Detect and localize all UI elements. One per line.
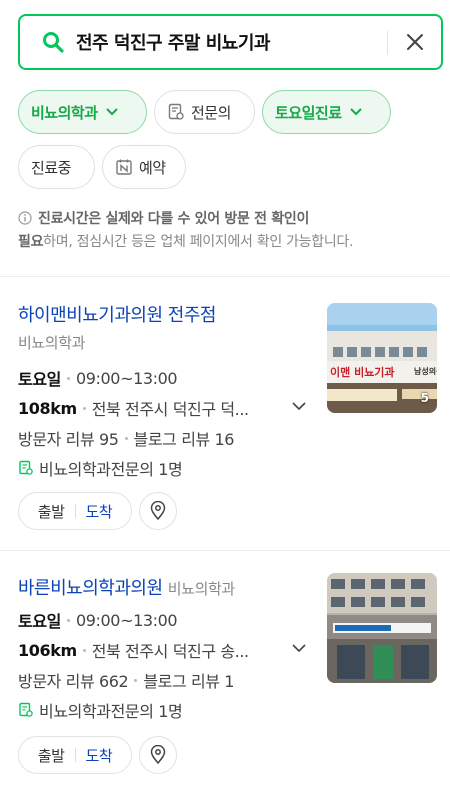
arrive-label[interactable]: 도착 <box>86 501 113 522</box>
place-category-row: 비뇨의학과 <box>18 332 85 353</box>
close-icon[interactable] <box>403 30 427 54</box>
open-hours: 09:00~13:00 <box>75 610 178 630</box>
search-input[interactable]: 전주 덕진구 주말 비뇨기과 <box>76 29 270 55</box>
notice-bold-1: 진료시간은 실제와 다를 수 있어 방문 전 확인이 <box>38 211 310 227</box>
specialist-count: 비뇨의학과전문의 1명 <box>39 702 183 721</box>
chevron-down-icon <box>349 108 362 116</box>
hours-row: 토요일 09:00~13:00 <box>18 608 178 632</box>
chevron-down-icon[interactable] <box>291 643 307 653</box>
naver-calendar-icon <box>116 159 132 175</box>
visitor-reviews: 방문자 리뷰 662 <box>18 672 129 691</box>
filter-chip-label: 진료중 <box>31 158 71 177</box>
separator-dot <box>66 376 70 380</box>
place-photo[interactable]: 이맨 비뇨기과 남성의원 5 <box>327 303 437 413</box>
arrive-label[interactable]: 도착 <box>86 745 113 766</box>
certificate-icon <box>168 103 184 120</box>
button-divider <box>74 748 76 762</box>
notice-text: 하며, 점심시간 등은 업체 페이지에서 확인 가능합니다. <box>43 234 354 250</box>
depart-label[interactable]: 출발 <box>38 501 65 522</box>
filter-chip-open-now[interactable]: 진료중 <box>18 145 95 189</box>
distance: 108km <box>18 398 77 418</box>
blog-reviews: 블로그 리뷰 1 <box>143 672 235 691</box>
specialist-row: 비뇨의학과전문의 1명 <box>18 698 183 722</box>
hours-notice: 진료시간은 실제와 다를 수 있어 방문 전 확인이필요하며, 점심시간 등은 … <box>18 208 438 254</box>
filter-chip-saturday[interactable]: 토요일진료 <box>262 90 391 134</box>
divider <box>0 550 450 551</box>
separator-dot <box>124 436 128 440</box>
filter-chip-label: 비뇨의학과 <box>31 103 98 122</box>
search-divider <box>387 31 388 55</box>
specialist-doc-icon <box>19 702 33 717</box>
photo-count: 5 <box>420 391 429 405</box>
place-name[interactable]: 하이맨비뇨기과의원 전주점 <box>18 301 216 327</box>
visitor-reviews: 방문자 리뷰 95 <box>18 430 119 449</box>
place-photo[interactable] <box>327 573 437 683</box>
specialist-count: 비뇨의학과전문의 1명 <box>39 460 183 479</box>
button-divider <box>74 504 76 518</box>
building-photo-image <box>327 573 437 683</box>
info-icon <box>18 211 32 225</box>
specialist-doc-icon <box>19 460 33 475</box>
specialist-row: 비뇨의학과전문의 1명 <box>18 456 183 480</box>
sign-subtext: 남성의원 <box>414 366 437 376</box>
search-icon <box>43 32 64 53</box>
place-category: 비뇨의학과 <box>18 334 86 352</box>
map-pin-icon <box>150 501 166 521</box>
distance: 106km <box>18 640 77 660</box>
map-pin-button[interactable] <box>139 492 177 530</box>
distance-row: 106km 전북 전주시 덕진구 송... <box>18 638 249 662</box>
directions-button[interactable]: 출발 도착 <box>18 736 132 774</box>
address: 전북 전주시 덕진구 덕... <box>91 400 249 419</box>
chevron-down-icon <box>105 108 118 116</box>
open-day: 토요일 <box>18 370 61 389</box>
open-hours: 09:00~13:00 <box>75 368 178 388</box>
place-name-row: 바른비뇨의학과의원 비뇨의학과 <box>18 574 235 600</box>
place-name[interactable]: 바른비뇨의학과의원 <box>18 578 163 599</box>
depart-label[interactable]: 출발 <box>38 745 65 766</box>
reviews-row: 방문자 리뷰 95 블로그 리뷰 16 <box>18 426 234 450</box>
chevron-down-icon[interactable] <box>291 401 307 411</box>
map-pin-button[interactable] <box>139 736 177 774</box>
filter-chip-label: 예약 <box>139 158 166 177</box>
separator-dot <box>82 648 86 652</box>
search-box[interactable]: 전주 덕진구 주말 비뇨기과 <box>18 14 443 70</box>
notice-bold-2: 필요 <box>18 234 44 250</box>
reviews-row: 방문자 리뷰 662 블로그 리뷰 1 <box>18 668 234 692</box>
map-pin-icon <box>150 745 166 765</box>
separator-dot <box>82 406 86 410</box>
address: 전북 전주시 덕진구 송... <box>91 642 249 661</box>
filter-chip-reservation[interactable]: 예약 <box>102 145 186 189</box>
distance-row: 108km 전북 전주시 덕진구 덕... <box>18 396 249 420</box>
blog-reviews: 블로그 리뷰 16 <box>133 430 235 449</box>
sign-text: 이맨 비뇨기과 <box>330 365 395 379</box>
filter-chip-specialist[interactable]: 전문의 <box>154 90 255 134</box>
divider <box>0 276 450 277</box>
directions-button[interactable]: 출발 도착 <box>18 492 132 530</box>
place-category: 비뇨의학과 <box>167 580 235 598</box>
separator-dot <box>66 618 70 622</box>
filter-chip-label: 토요일진료 <box>275 103 342 122</box>
filter-chip-department[interactable]: 비뇨의학과 <box>18 90 147 134</box>
open-day: 토요일 <box>18 612 61 631</box>
hours-row: 토요일 09:00~13:00 <box>18 366 178 390</box>
separator-dot <box>134 678 138 682</box>
filter-chip-label: 전문의 <box>191 103 231 122</box>
